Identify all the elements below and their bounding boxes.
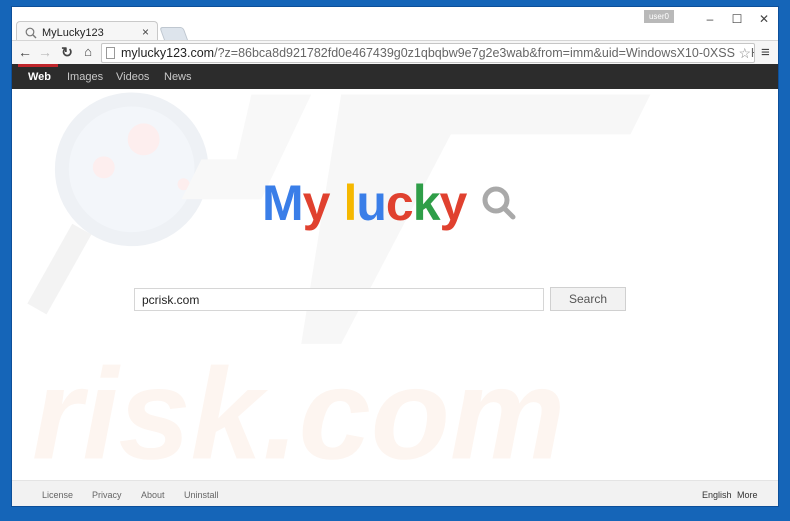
page-content: risk.com Web Images Videos News M y l u … [12, 64, 778, 506]
logo-letter: l [343, 175, 357, 231]
search-button[interactable]: Search [550, 287, 626, 311]
tab-close-icon[interactable]: × [142, 25, 149, 39]
page-icon [106, 47, 115, 59]
logo-letter: y [302, 175, 331, 231]
logo-letter: y [439, 175, 468, 231]
url-path: /?z=86bca8d921782fd0e467439g0z1qbqbw9e7g… [214, 46, 755, 60]
maximize-button[interactable]: ☐ [725, 11, 749, 27]
footer: License Privacy About Uninstall English … [12, 480, 778, 506]
menu-icon[interactable]: ≡ [761, 44, 770, 61]
footer-uninstall-link[interactable]: Uninstall [184, 490, 219, 500]
logo-letter: u [356, 175, 387, 231]
magnifier-icon [482, 186, 516, 220]
reload-icon[interactable]: ↻ [58, 43, 76, 61]
tab-strip: MyLucky123 × user0 – ☐ ✕ [12, 7, 778, 43]
footer-language-link[interactable]: English [702, 490, 732, 500]
back-icon[interactable]: ← [16, 43, 34, 61]
pcrisk-watermark: risk.com [27, 92, 651, 479]
footer-about-link[interactable]: About [141, 490, 165, 500]
svg-text:risk.com: risk.com [32, 343, 565, 479]
forward-icon[interactable]: → [36, 43, 54, 61]
logo-letter: c [385, 175, 414, 231]
nav-news[interactable]: News [164, 71, 192, 83]
logo-letter: M [262, 175, 304, 231]
address-bar[interactable]: mylucky123.com/?z=86bca8d921782fd0e46743… [101, 43, 755, 63]
logo-letter: k [412, 175, 441, 231]
footer-license-link[interactable]: License [42, 490, 73, 500]
close-window-button[interactable]: ✕ [752, 11, 776, 27]
minimize-button[interactable]: – [698, 11, 722, 27]
home-icon[interactable]: ⌂ [79, 43, 97, 61]
browser-toolbar: ← → ↻ ⌂ mylucky123.com/?z=86bca8d921782f… [12, 40, 778, 64]
footer-privacy-link[interactable]: Privacy [92, 490, 122, 500]
search-input[interactable] [134, 288, 544, 311]
user-badge[interactable]: user0 [644, 10, 674, 23]
nav-web[interactable]: Web [28, 71, 51, 83]
url-host: mylucky123.com [121, 46, 215, 60]
mylucky-logo: M y l u c k y [262, 174, 520, 232]
bookmark-star-icon[interactable]: ☆ [736, 45, 751, 62]
nav-images[interactable]: Images [67, 71, 103, 83]
nav-videos[interactable]: Videos [116, 71, 149, 83]
footer-more-link[interactable]: More [737, 490, 758, 500]
active-tab-indicator [18, 64, 58, 67]
search-icon [25, 27, 37, 38]
top-nav: Web Images Videos News [12, 64, 778, 89]
browser-window: MyLucky123 × user0 – ☐ ✕ ← → ↻ ⌂ mylucky… [11, 6, 779, 507]
tab-title: MyLucky123 [42, 26, 104, 39]
